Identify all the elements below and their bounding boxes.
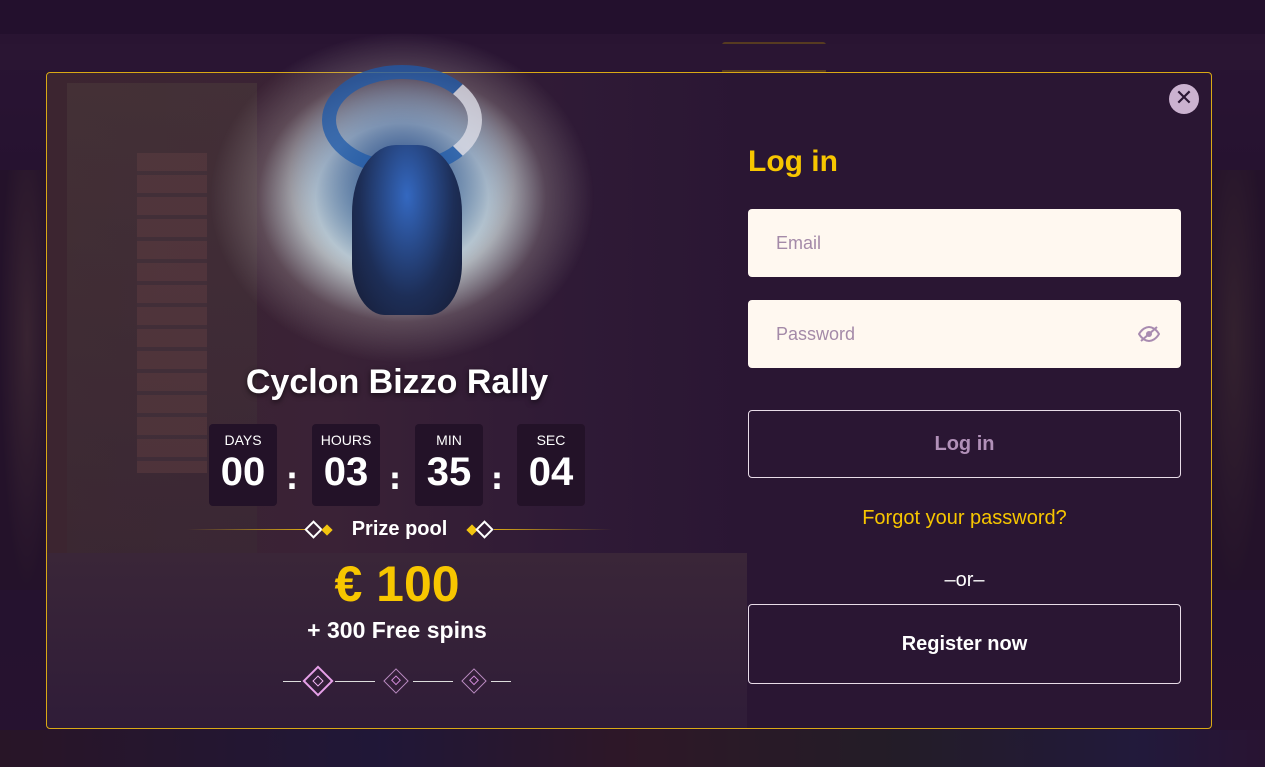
countdown-seconds-value: 04 — [528, 450, 574, 494]
prize-free-spins: + 300 Free spins — [307, 617, 487, 643]
slide-dot-3[interactable] — [461, 668, 487, 694]
eye-slash-icon[interactable] — [1138, 326, 1160, 342]
countdown-timer: DAYS 00 : HOURS 03 : MIN 35 : SEC 04 — [209, 424, 589, 508]
countdown-separator: : — [389, 462, 401, 497]
close-button[interactable]: ✕ — [1169, 84, 1199, 114]
register-button[interactable]: Register now — [748, 604, 1181, 684]
countdown-days: DAYS 00 — [209, 424, 277, 506]
countdown-minutes-value: 35 — [426, 450, 472, 494]
slide-dot-1[interactable] — [302, 665, 334, 697]
prize-amount: € 100 — [334, 556, 460, 612]
hero-character — [352, 145, 462, 315]
forgot-password-link[interactable]: Forgot your password? — [748, 507, 1181, 530]
countdown-separator: : — [491, 462, 503, 497]
login-modal: Cyclon Bizzo Rally DAYS 00 : HOURS 03 : … — [46, 25, 1212, 729]
pager-line — [335, 681, 375, 682]
slide-dot-2[interactable] — [383, 668, 409, 694]
countdown-days-label: DAYS — [224, 432, 262, 448]
email-field[interactable] — [748, 209, 1181, 277]
countdown-seconds: SEC 04 — [517, 424, 585, 506]
countdown-minutes: MIN 35 — [415, 424, 483, 506]
countdown-separator: : — [286, 462, 298, 497]
login-title: Log in — [748, 145, 838, 178]
pager-line — [491, 681, 511, 682]
countdown-hours: HOURS 03 — [312, 424, 380, 506]
or-divider: –or– — [944, 569, 985, 591]
pager-line — [283, 681, 301, 682]
pager-line — [413, 681, 453, 682]
countdown-hours-value: 03 — [323, 450, 369, 494]
countdown-days-value: 00 — [220, 450, 266, 494]
promo-background-pillar — [137, 153, 207, 473]
promo-hero-artwork — [202, 25, 602, 385]
countdown-minutes-label: MIN — [436, 432, 462, 448]
divider-line-right — [494, 529, 612, 530]
close-icon: ✕ — [1174, 86, 1194, 111]
prize-pool-heading: Prize pool — [187, 518, 612, 542]
password-field[interactable] — [748, 300, 1181, 368]
countdown-seconds-label: SEC — [536, 432, 566, 448]
countdown-hours-label: HOURS — [320, 432, 372, 448]
slide-pagination — [283, 665, 513, 697]
login-button[interactable]: Log in — [748, 410, 1181, 478]
